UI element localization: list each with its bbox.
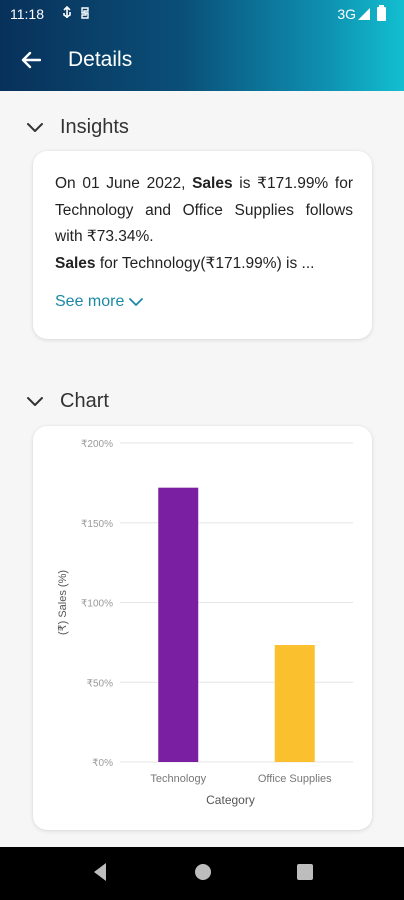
nav-back-button[interactable] bbox=[90, 861, 110, 883]
see-more-link[interactable]: See more bbox=[55, 293, 144, 311]
signal-icon bbox=[358, 8, 370, 20]
insights-card: On 01 June 2022, Sales is ₹171.99% for T… bbox=[33, 151, 372, 339]
insight-text: On 01 June 2022, Sales is ₹171.99% for T… bbox=[55, 175, 353, 272]
header: 11:18 3G Details bbox=[0, 0, 404, 91]
bar-chart: ₹0% ₹50% ₹100% ₹150% ₹200% Technology Office S… bbox=[57, 439, 353, 807]
y-tick-label: ₹100% bbox=[81, 599, 113, 610]
system-nav-bar bbox=[0, 847, 404, 900]
x-tick-label: Technology bbox=[150, 773, 206, 785]
network-type: 3G bbox=[337, 6, 356, 22]
y-axis-title: (₹) Sales (%) bbox=[57, 570, 69, 635]
status-bar: 11:18 3G bbox=[0, 0, 404, 28]
chart-heading: Chart bbox=[60, 389, 109, 412]
x-tick-label: Office Supplies bbox=[258, 773, 332, 785]
status-time: 11:18 bbox=[10, 6, 44, 22]
chart-section-toggle[interactable]: Chart bbox=[24, 386, 109, 416]
insights-heading: Insights bbox=[60, 115, 129, 138]
page-title: Details bbox=[68, 48, 133, 71]
bar bbox=[274, 645, 315, 762]
see-more-label: See more bbox=[55, 293, 125, 310]
y-tick-label: ₹0% bbox=[92, 758, 113, 769]
chart-card: ₹0% ₹50% ₹100% ₹150% ₹200% Technology Office S… bbox=[33, 426, 372, 830]
chevron-down-icon bbox=[27, 123, 43, 132]
notification-icons bbox=[62, 5, 96, 24]
chevron-down-icon bbox=[129, 298, 144, 306]
bar bbox=[158, 487, 199, 762]
x-axis-title: Category bbox=[206, 793, 255, 807]
insights-section-toggle[interactable]: Insights bbox=[24, 112, 129, 142]
chevron-down-icon bbox=[27, 397, 43, 406]
y-tick-label: ₹50% bbox=[87, 678, 113, 689]
y-tick-label: ₹150% bbox=[81, 519, 113, 530]
y-tick-label: ₹200% bbox=[81, 439, 113, 450]
usb-icon bbox=[63, 5, 89, 19]
back-button[interactable] bbox=[14, 44, 48, 76]
arrow-left-icon bbox=[21, 51, 41, 69]
battery-icon bbox=[377, 5, 386, 21]
nav-home-button[interactable] bbox=[193, 861, 213, 883]
nav-recents-button[interactable] bbox=[295, 861, 315, 883]
app-bar: Details bbox=[0, 36, 404, 84]
